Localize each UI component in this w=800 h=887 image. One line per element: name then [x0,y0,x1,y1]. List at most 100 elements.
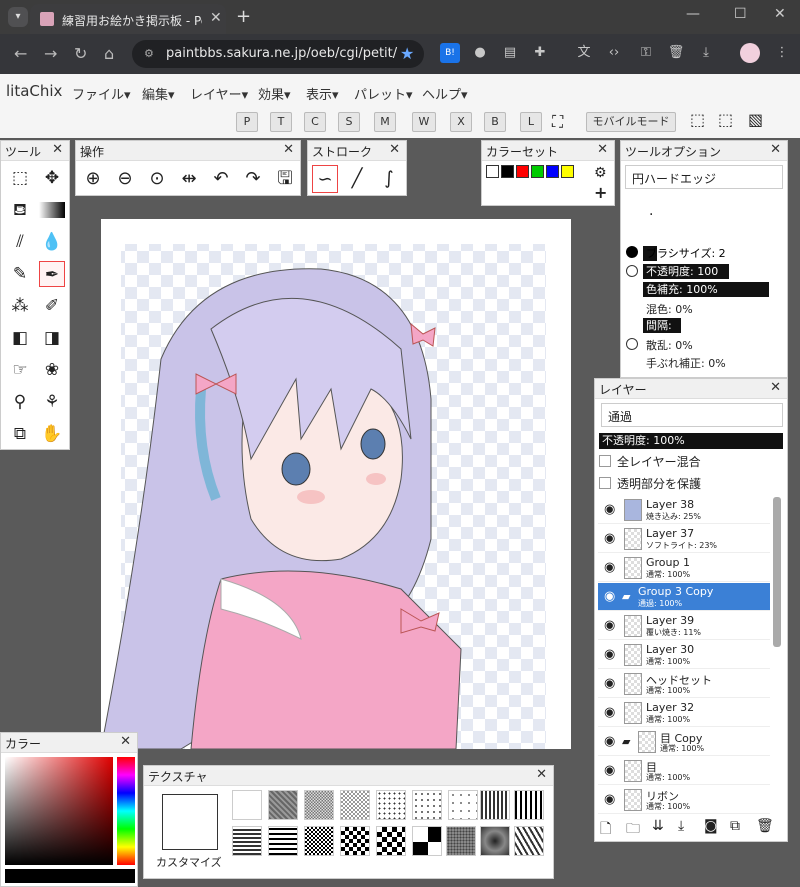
eraser-icon[interactable]: ◧ [7,325,33,351]
extension-b-icon[interactable]: B! [440,43,460,63]
layers-scrollbar[interactable] [773,497,781,647]
pencil-icon[interactable]: ✎ [7,261,33,287]
menu-help[interactable]: ヘルプ▾ [422,84,468,103]
texture-panel-close-icon[interactable]: ✕ [536,767,547,782]
hue-slider[interactable] [117,757,135,865]
profile-avatar[interactable] [740,43,760,63]
menu-palette[interactable]: パレット▾ [354,84,413,103]
color-swatch[interactable] [516,165,529,178]
menu-file[interactable]: ファイル▾ [72,84,131,103]
texture-swatch[interactable] [232,826,262,856]
new-folder-icon[interactable]: 🗀 [626,818,640,842]
transform-icon[interactable]: ⧉ [7,421,33,447]
close-window-button[interactable]: ✕ [774,6,786,22]
move-icon[interactable]: ✥ [39,165,65,191]
quick-button-l[interactable]: L [520,112,542,132]
quick-button-t[interactable]: T [270,112,292,132]
site-info-icon[interactable]: ⚙ [144,47,158,61]
texture-swatch[interactable] [340,826,370,856]
blend-label[interactable]: 混色: 0% [646,301,693,317]
deselect-icon[interactable]: ⬚ [690,110,705,129]
layer-opacity-slider[interactable]: 不透明度: 100% [599,433,783,449]
key-icon[interactable]: ⚿ [636,43,656,63]
tools-panel-close-icon[interactable]: ✕ [52,142,63,157]
texture-swatch[interactable] [480,826,510,856]
save-icon[interactable]: 🖫 [272,165,298,193]
texture-custom-preview[interactable] [162,794,218,850]
menu-view[interactable]: 表示▾ [306,84,339,103]
layer-row[interactable]: ◉ ヘッドセット 通常: 100% [598,670,770,698]
layer-row[interactable]: ◉ ▰ Group 3 Copy 通過: 100% [598,583,770,611]
pen-icon[interactable]: ✒ [39,261,65,287]
eye-icon[interactable]: ◉ [604,763,615,778]
color-swatch[interactable] [531,165,544,178]
texture-swatch[interactable] [446,826,476,856]
duplicate-icon[interactable]: ⧉ [730,818,740,834]
tab-close-icon[interactable]: ✕ [210,10,222,26]
devtools-icon[interactable]: ‹› [604,43,624,63]
texture-swatch[interactable] [412,826,442,856]
line-stroke-icon[interactable]: ╱ [344,165,370,193]
browser-tab[interactable]: 練習用お絵かき掲示板 - Petit No ✕ [30,4,226,34]
eye-icon[interactable]: ◉ [604,531,615,546]
quick-button-m[interactable]: M [374,112,396,132]
zoom-out-icon[interactable]: ⊖ [112,165,138,193]
eye-icon[interactable]: ◉ [604,792,615,807]
layer-row[interactable]: ◉ ▰ 目 Copy 通常: 100% [598,728,770,756]
menu-layer[interactable]: レイヤー▾ [190,84,248,103]
menu-effects[interactable]: 効果▾ [258,84,291,103]
color-swatch[interactable] [501,165,514,178]
layer-row[interactable]: ◉ Layer 38 焼き込み: 25% [598,496,770,524]
maximize-button[interactable]: ☐ [734,6,747,22]
layers-panel-close-icon[interactable]: ✕ [770,380,781,395]
quick-button-s[interactable]: S [338,112,360,132]
texture-swatch[interactable] [304,826,334,856]
trash-icon[interactable]: 🗑 [666,43,686,63]
texture-swatch[interactable] [232,790,262,820]
magnifier-tool-icon[interactable]: ⚲ [7,389,33,415]
color-picker-square[interactable] [5,757,113,865]
texture-swatch[interactable] [376,790,406,820]
opacity-slider[interactable]: 不透明度: 100 [643,264,729,279]
bookmark-star-icon[interactable]: ★ [400,44,414,63]
layer-row[interactable]: ◉ Layer 39 覆い焼き: 11% [598,612,770,640]
color-fill-slider[interactable]: 色補充: 100% [643,282,769,297]
delete-layer-icon[interactable]: 🗑 [756,818,774,834]
color-swatch[interactable] [546,165,559,178]
new-layer-icon[interactable]: 🗋 [600,818,611,842]
brush-select[interactable]: 円ハードエッジ [625,165,783,189]
color-swatch[interactable] [486,165,499,178]
fill-bucket-icon[interactable]: ⛾ [7,197,33,223]
menu-edit[interactable]: 編集▾ [142,84,175,103]
texture-customize-label[interactable]: カスタマイズ [156,854,222,870]
back-icon[interactable]: ← [14,44,27,63]
layer-row[interactable]: ◉ 目通常: 100% [598,757,770,785]
translate-icon[interactable]: 文 [574,43,594,63]
brush-size-label[interactable]: ブラシサイズ: 2 [646,247,726,260]
smudge-icon[interactable]: ☞ [7,357,33,383]
eye-icon[interactable]: ◉ [604,734,615,749]
rect-select-icon[interactable]: ⬚ [7,165,33,191]
select-all-icon[interactable]: ▧ [748,110,763,129]
tab-search-button[interactable]: ▾ [8,7,28,27]
tool-options-close-icon[interactable]: ✕ [770,142,781,157]
layer-row[interactable]: ◉ Layer 32 通常: 100% [598,699,770,727]
download-icon[interactable]: ⤓ [696,43,716,63]
texture-swatch[interactable] [514,790,544,820]
merge-down-icon[interactable]: ⇊ [652,818,664,834]
quick-button-b[interactable]: B [484,112,506,132]
colorset-settings-icon[interactable]: ⚙ [594,165,607,181]
color-brush-icon[interactable]: ⚘ [39,389,65,415]
brush-icon[interactable]: ✐ [39,293,65,319]
reload-icon[interactable]: ↻ [74,44,87,63]
layer-blend-select[interactable]: 通過 [601,403,783,427]
flip-icon[interactable]: ⇹ [176,165,202,193]
minimize-button[interactable]: — [686,6,700,22]
size-radio-filled[interactable] [626,246,638,258]
select-corner-icon[interactable]: ⬚ [718,110,733,129]
texture-swatch[interactable] [268,826,298,856]
texture-swatch[interactable] [480,790,510,820]
texture-swatch[interactable] [448,790,478,820]
redo-icon[interactable]: ↷ [240,165,266,193]
eyedropper-icon[interactable]: ⫽ [7,229,33,255]
